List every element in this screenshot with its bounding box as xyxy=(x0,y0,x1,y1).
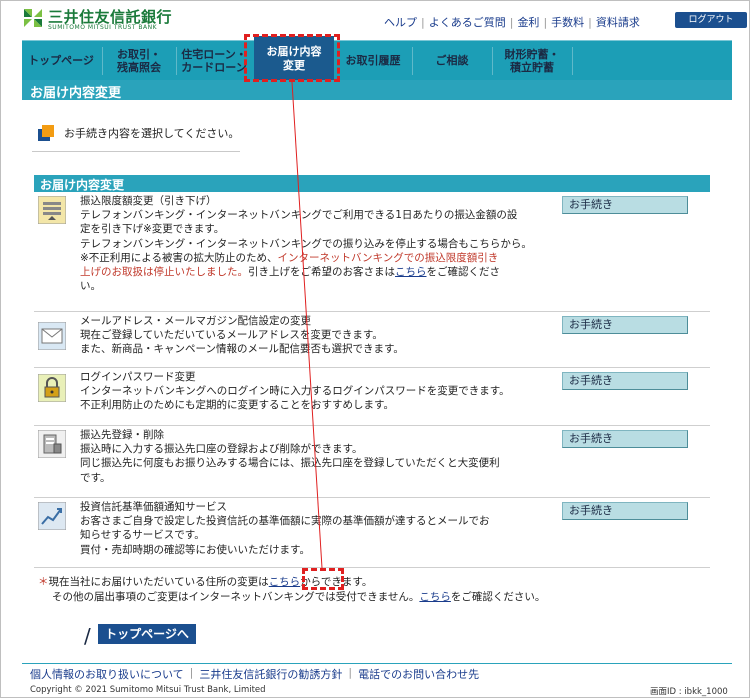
address-change-link[interactable]: こちら xyxy=(269,576,301,588)
logout-button[interactable]: ログアウト xyxy=(675,12,747,28)
fees-link[interactable]: 手数料 xyxy=(547,14,588,30)
faq-link[interactable]: よくあるご質問 xyxy=(425,14,510,30)
slash-decoration: / xyxy=(84,624,91,648)
payee-register-icon xyxy=(38,430,66,458)
instruction-box: お手続き内容を選択してください。 xyxy=(32,117,240,152)
chart-trend-icon xyxy=(38,502,66,530)
row-title: 振込限度額変更（引き下げ） xyxy=(80,195,217,207)
payee-procedure-button[interactable]: お手続き xyxy=(562,430,688,448)
row-body: ログインパスワード変更 インターネットバンキングへのログイン時に入力するログイン… xyxy=(80,371,510,412)
row-body: 振込先登録・削除 振込時に入力する振込先口座の登録および削除ができます。 同じ振… xyxy=(80,429,500,484)
nav-top-page[interactable]: トップページ xyxy=(22,41,100,81)
footer-links: 個人情報のお取り扱いについて | 三井住友信託銀行の勧誘方針 | 電話でのお問い… xyxy=(30,666,480,682)
bank-logo[interactable]: 三井住友信託銀行 SUMITOMO MITSUI TRUST BANK xyxy=(22,6,202,34)
email-procedure-button[interactable]: お手続き xyxy=(562,316,688,334)
row-body: 振込限度額変更（引き下げ） テレフォンバンキング・インターネットバンキングでご利… xyxy=(80,194,570,293)
transfer-limit-procedure-button[interactable]: お手続き xyxy=(562,196,688,214)
notes: ＊現在当社にお届けいただいている住所の変更はこちらからできます。 その他の届出事… xyxy=(38,576,546,603)
lock-icon xyxy=(38,374,66,402)
solicitation-policy-link[interactable]: 三井住友信託銀行の勧誘方針 xyxy=(199,666,342,682)
footer-divider xyxy=(22,663,732,664)
transfer-limit-icon xyxy=(38,196,66,224)
procedure-row-password: ログインパスワード変更 インターネットバンキングへのログイン時に入力するログイン… xyxy=(34,368,710,426)
procedure-row-fund-notice: 投資信託基準価額通知サービス お客さまご自身で設定した投資信託の基準価額に実際の… xyxy=(34,498,710,568)
request-materials-link[interactable]: 資料請求 xyxy=(592,14,644,30)
procedure-row-payee: 振込先登録・削除 振込時に入力する振込先口座の登録および削除ができます。 同じ振… xyxy=(34,426,710,498)
nav-loans[interactable]: 住宅ローン・ カードローン xyxy=(178,41,250,81)
nav-consultation[interactable]: ご相談 xyxy=(414,41,490,81)
mail-icon xyxy=(38,322,66,350)
row-body: 投資信託基準価額通知サービス お客さまご自身で設定した投資信託の基準価額に実際の… xyxy=(80,501,490,556)
page-title-bar: お届け内容変更 xyxy=(22,80,732,101)
interest-rate-link[interactable]: 金利 xyxy=(513,14,543,30)
bank-logo-icon xyxy=(22,7,44,29)
procedure-row-email: メールアドレス・メールマガジン配信設定の変更 現在ご登録していただいているメール… xyxy=(34,312,710,368)
instruction-text: お手続き内容を選択してください。 xyxy=(64,127,240,140)
procedure-row-transfer-limit: 振込限度額変更（引き下げ） テレフォンバンキング・インターネットバンキングでご利… xyxy=(34,192,710,312)
page-title: お届け内容変更 xyxy=(30,86,122,101)
row-body: メールアドレス・メールマガジン配信設定の変更 現在ご登録していただいているメール… xyxy=(80,315,404,356)
copyright: Copyright © 2021 Sumitomo Mitsui Trust B… xyxy=(30,685,266,695)
nav-transactions-balance[interactable]: お取引・ 残高照会 xyxy=(104,41,174,81)
screen-id: 画面ID : ibkk_1000 xyxy=(650,687,728,697)
bank-name-en: SUMITOMO MITSUI TRUST BANK xyxy=(48,24,158,31)
nav-transaction-history[interactable]: お取引履歴 xyxy=(336,41,410,81)
privacy-policy-link[interactable]: 個人情報のお取り扱いについて xyxy=(30,666,184,682)
top-page-button[interactable]: トップページへ xyxy=(98,624,196,644)
annotation-box-link xyxy=(302,568,344,590)
help-link[interactable]: ヘルプ xyxy=(380,14,421,30)
limit-raise-info-link[interactable]: こちら xyxy=(395,266,427,278)
fund-notice-procedure-button[interactable]: お手続き xyxy=(562,502,688,520)
header: 三井住友信託銀行 SUMITOMO MITSUI TRUST BANK ヘルプ … xyxy=(22,6,747,36)
annotation-box-nav xyxy=(244,34,340,82)
other-changes-info-link[interactable]: こちら xyxy=(419,591,451,603)
instruction-icon xyxy=(38,125,54,141)
section-title: お届け内容変更 xyxy=(40,178,125,192)
phone-inquiry-link[interactable]: 電話でのお問い合わせ先 xyxy=(358,666,479,682)
nav-savings[interactable]: 財形貯蓄・ 積立貯蓄 xyxy=(494,41,570,81)
global-nav: トップページ お取引・ 残高照会 住宅ローン・ カードローン お届け内容 変更 … xyxy=(22,36,732,81)
section-header: お届け内容変更 xyxy=(34,175,710,192)
utility-links: ヘルプ | よくあるご質問 | 金利 | 手数料 | 資料請求 xyxy=(380,14,644,30)
password-procedure-button[interactable]: お手続き xyxy=(562,372,688,390)
